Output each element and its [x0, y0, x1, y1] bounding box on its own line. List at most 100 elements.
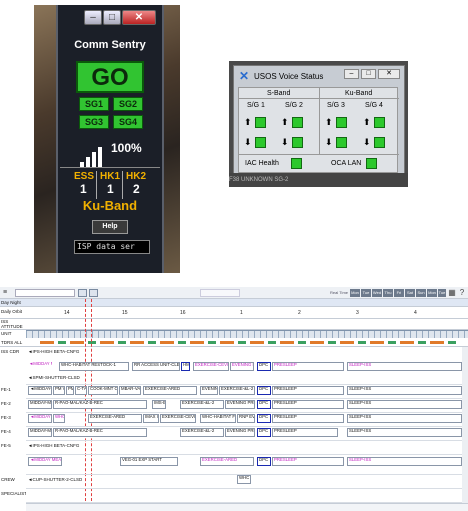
event[interactable]: MBAR-VAL: [119, 386, 141, 395]
event[interactable]: DPC: [257, 362, 271, 371]
sg4-button[interactable]: SG4: [113, 115, 143, 129]
event[interactable]: SLEEP-ISS: [347, 414, 462, 423]
sg1-button[interactable]: SG1: [79, 97, 109, 111]
event[interactable]: EVENING PREP: [230, 362, 254, 371]
horizontal-scrollbar[interactable]: [26, 503, 468, 511]
event[interactable]: COOK-MNT CLSD: [88, 386, 118, 395]
event[interactable]: PRESLEEP: [272, 428, 338, 437]
row-label: FE-5: [1, 443, 11, 448]
row-label: FE-1: [1, 387, 11, 392]
event[interactable]: C-TA CLEAN: [75, 386, 87, 395]
event[interactable]: EVENING PREP-WORK: [225, 428, 255, 437]
event[interactable]: MIDDAY-MEAL: [28, 428, 52, 437]
event[interactable]: IMAX INTER: [143, 414, 159, 423]
menu-icon[interactable]: ≡: [3, 289, 7, 296]
event[interactable]: PRESLEEP: [272, 400, 344, 409]
event[interactable]: SLEEP-ISS: [347, 362, 462, 371]
event[interactable]: DPC: [257, 428, 271, 437]
event[interactable]: PRESLEEP: [272, 362, 344, 371]
minimize-button[interactable]: –: [84, 10, 102, 25]
event[interactable]: EXERCISE-CEVIS: [160, 414, 196, 423]
event[interactable]: WHC-HABITAT RESTOCK-1: [59, 362, 129, 371]
event[interactable]: R-PAO-MAL/KAZ-B-REC: [53, 400, 147, 409]
event[interactable]: WHC UNKN: [237, 475, 251, 484]
lane-specialist: [26, 489, 468, 503]
day-tab[interactable]: Tue: [438, 289, 446, 297]
day-tab[interactable]: Sun: [416, 289, 426, 297]
time-field[interactable]: [200, 289, 240, 297]
event[interactable]: SLEEP-ISS: [347, 457, 462, 466]
help-button[interactable]: Help: [92, 220, 128, 234]
search-input[interactable]: [15, 289, 75, 297]
event[interactable]: EXERCISE-&L-2: [180, 400, 224, 409]
help-icon[interactable]: ?: [457, 288, 467, 298]
refresh-icon[interactable]: [89, 289, 98, 297]
signal-percent: 100%: [111, 141, 142, 155]
hk1-value: 1: [107, 182, 114, 196]
sg3-button[interactable]: SG3: [79, 115, 109, 129]
daily-orbit-row: [0, 307, 468, 319]
day-tab[interactable]: Fri: [394, 289, 404, 297]
event[interactable]: RR ACCESS UNIT-CLEAN: [132, 362, 180, 371]
sg3-label: S/G 3: [327, 102, 345, 109]
sg2-button[interactable]: SG2: [113, 97, 143, 111]
event[interactable]: EXERCISE-CEVIS: [193, 362, 229, 371]
event[interactable]: RNP EVOC: [237, 414, 255, 423]
real-time-link[interactable]: Real Time: [330, 289, 348, 297]
event[interactable]: EXERCISE-ARED: [88, 414, 142, 423]
event[interactable]: IMS-EDIT: [152, 400, 166, 409]
event[interactable]: PRESLEEP: [272, 457, 344, 466]
row-label: SPECIALIST: [1, 491, 26, 496]
event[interactable]: SLEEP-ISS: [347, 386, 462, 395]
event[interactable]: DPC: [257, 457, 271, 466]
maximize-button[interactable]: □: [103, 10, 121, 25]
event[interactable]: EXERCISE-ARED: [200, 457, 254, 466]
oca-lan-label: OCA LAN: [331, 160, 362, 167]
event[interactable]: WHC-HABITAT FLTO-FILL: [200, 414, 236, 423]
day-tab[interactable]: Mon: [350, 289, 360, 297]
event[interactable]: DPC: [257, 386, 271, 395]
day-tab[interactable]: Thu: [383, 289, 393, 297]
event[interactable]: DPC: [257, 414, 271, 423]
event[interactable]: EXERCISE-&L-2: [219, 386, 255, 395]
event[interactable]: SLEEP-ISS: [347, 428, 462, 437]
event[interactable]: ◄MIDDAY-PA MEAL: [28, 386, 52, 395]
event[interactable]: R-PAO-MAL/KAZ-B-REC: [53, 428, 147, 437]
event[interactable]: EXERCISE-&L-2: [180, 428, 224, 437]
voice-status-window: ✕ USOS Voice Status – □ ✕ S-Band Ku-Band…: [229, 61, 408, 187]
close-button[interactable]: ✕: [378, 69, 400, 79]
event[interactable]: EVENING PREP-WORK: [225, 400, 255, 409]
event[interactable]: PRESLEEP: [272, 414, 344, 423]
event[interactable]: MIDDAY-MEAL: [28, 400, 52, 409]
calendar-icon[interactable]: ▦: [447, 288, 457, 298]
close-button[interactable]: ✕: [122, 10, 156, 25]
search-icon[interactable]: [78, 289, 87, 297]
day-tab[interactable]: Tue: [361, 289, 371, 297]
vertical-scrollbar[interactable]: [462, 347, 468, 503]
event[interactable]: PM CS: [66, 386, 74, 395]
event[interactable]: DPC: [257, 400, 271, 409]
divider: [96, 171, 97, 199]
day-tab[interactable]: Wed: [372, 289, 382, 297]
event[interactable]: EVENING PREP: [200, 386, 218, 395]
event[interactable]: HMS: [181, 362, 190, 371]
event[interactable]: SLEEP-ISS: [347, 400, 462, 409]
hk2-value: 2: [133, 182, 140, 196]
band-label: Ku-Band: [82, 198, 138, 213]
event[interactable]: ◄MIDDAY MEAL: [28, 414, 52, 423]
event[interactable]: VEG-01 EXP START: [120, 457, 178, 466]
signal-strength-icon: [80, 147, 108, 167]
event[interactable]: EXERCISE-ARED: [143, 386, 197, 395]
event[interactable]: PRESLEEP: [272, 386, 344, 395]
maximize-button[interactable]: □: [361, 69, 376, 79]
event[interactable]: WHC: [53, 414, 65, 423]
day-label: 1: [240, 310, 243, 316]
sg1-up-indicator: [255, 117, 266, 128]
day-tab[interactable]: Mon: [427, 289, 437, 297]
day-tab[interactable]: Sat: [405, 289, 415, 297]
minimize-button[interactable]: –: [344, 69, 359, 79]
event[interactable]: ◄MIDDAY MEAL: [28, 457, 62, 466]
event[interactable]: ◄MIDDAY MEAL: [28, 362, 52, 371]
uplink-arrow-icon: ⬆: [244, 117, 252, 127]
event[interactable]: PM VIDEO: [53, 386, 65, 395]
